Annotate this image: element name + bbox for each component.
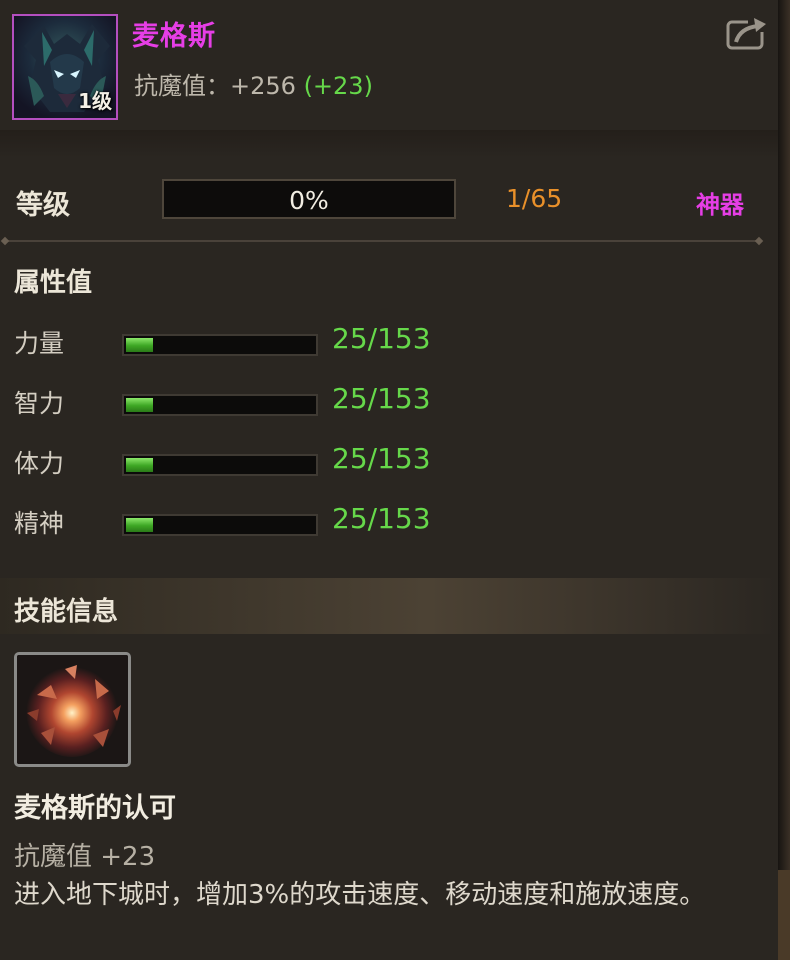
attribute-row-spirit: 精神 25/153: [0, 502, 778, 544]
rarity-grade: 神器: [696, 191, 744, 219]
level-count: 1/65: [506, 184, 563, 213]
divider-cap-right: [754, 236, 764, 246]
attribute-bar-fill: [126, 458, 154, 472]
attribute-value: 25/153: [332, 322, 431, 355]
pet-name: 麦格斯: [132, 21, 216, 52]
attribute-bar: [122, 334, 318, 356]
skill-stat: 抗魔值 +23: [14, 842, 156, 872]
attribute-label: 智力: [14, 389, 65, 418]
divider: [0, 236, 764, 246]
share-icon: [726, 16, 768, 50]
attribute-bar-fill: [126, 518, 154, 532]
window-edge-glow: [778, 870, 790, 960]
attribute-bar-fill: [126, 338, 154, 352]
attribute-value: 25/153: [332, 502, 431, 535]
skill-icon-frame[interactable]: [14, 652, 131, 767]
attribute-bar: [122, 394, 318, 416]
attribute-row-vitality: 体力 25/153: [0, 442, 778, 484]
attribute-value: 25/153: [332, 442, 431, 475]
pet-portrait[interactable]: 1级: [12, 14, 118, 120]
attribute-bar: [122, 514, 318, 536]
attribute-row-strength: 力量 25/153: [0, 322, 778, 364]
resist-line: 抗魔值：+256 (+23): [134, 66, 373, 101]
resist-label: 抗魔值：: [134, 72, 230, 100]
attribute-row-intelligence: 智力 25/153: [0, 382, 778, 424]
window-edge: [778, 0, 790, 960]
skill-section-title: 技能信息: [14, 597, 119, 627]
attribute-label: 精神: [14, 509, 65, 538]
pet-info-panel: 1级 麦格斯 抗魔值：+256 (+23) 等级 0% 1/65 神器 属性值 …: [0, 0, 778, 960]
skill-explosion-icon: [17, 655, 128, 764]
share-button[interactable]: [724, 14, 770, 52]
attribute-bar-fill: [126, 398, 154, 412]
level-label: 等级: [16, 190, 70, 221]
portrait-level-badge: 1级: [78, 89, 112, 113]
level-progress-bar: 0%: [162, 179, 456, 219]
attribute-label: 力量: [14, 329, 65, 358]
resist-value: +256: [230, 72, 296, 100]
header-separator: [0, 130, 778, 158]
skill-description: 进入地下城时，增加3%的攻击速度、移动速度和施放速度。: [14, 880, 706, 910]
divider-cap-left: [0, 236, 10, 246]
attributes-title: 属性值: [14, 268, 93, 298]
skill-name: 麦格斯的认可: [14, 793, 176, 824]
attribute-label: 体力: [14, 449, 65, 478]
level-progress-text: 0%: [289, 186, 329, 215]
attribute-bar: [122, 454, 318, 476]
attribute-value: 25/153: [332, 382, 431, 415]
resist-bonus: (+23): [303, 72, 373, 100]
